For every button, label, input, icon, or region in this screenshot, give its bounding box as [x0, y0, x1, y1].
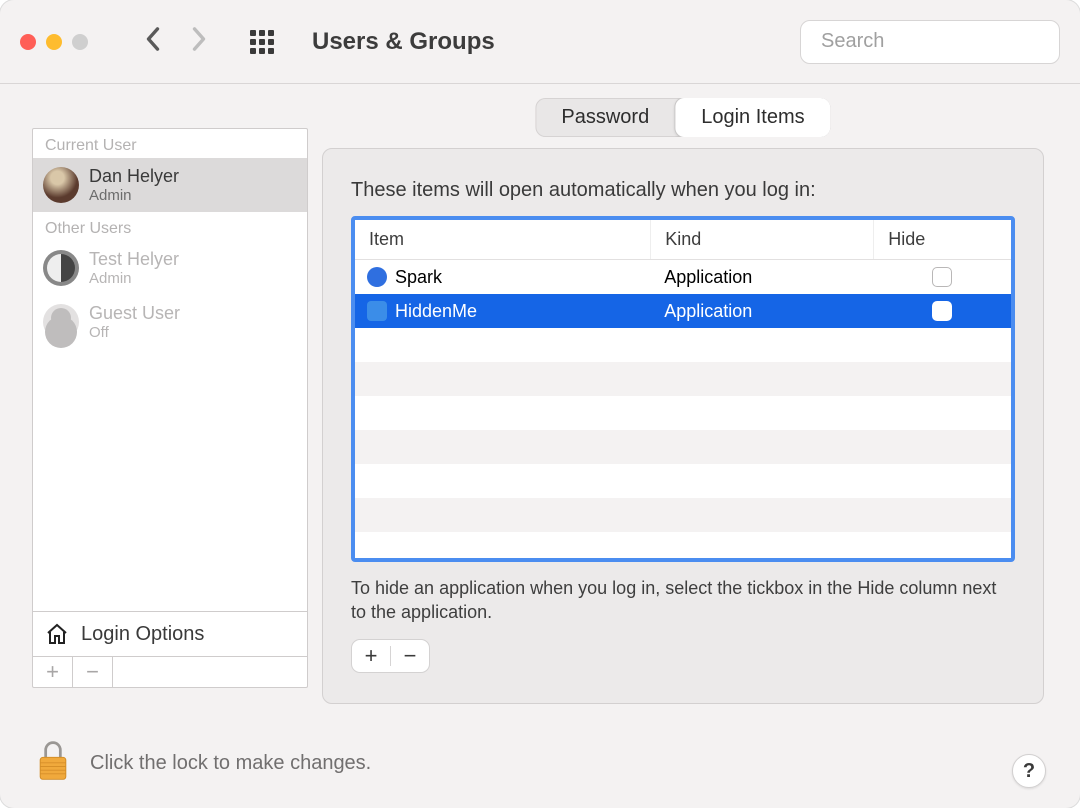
- avatar-icon: [43, 250, 79, 286]
- current-user-section-label: Current User: [33, 129, 307, 158]
- hide-checkbox[interactable]: [932, 267, 952, 287]
- user-name-label: Test Helyer: [89, 249, 179, 270]
- avatar-icon: [43, 167, 79, 203]
- add-login-item-button[interactable]: +: [352, 643, 390, 669]
- toolbar: Users & Groups: [0, 0, 1080, 84]
- table-body: Spark Application HiddenMe Application: [355, 260, 1011, 532]
- login-options-label: Login Options: [81, 623, 204, 646]
- item-kind-label: Application: [650, 301, 873, 322]
- panel-subtitle: These items will open automatically when…: [351, 179, 1015, 202]
- page-title: Users & Groups: [312, 28, 495, 56]
- table-header-row: Item Kind Hide: [355, 220, 1011, 260]
- user-role-label: Off: [89, 324, 180, 341]
- tab-login-items[interactable]: Login Items: [675, 98, 830, 137]
- user-role-label: Admin: [89, 187, 179, 204]
- close-window-button[interactable]: [20, 34, 36, 50]
- show-all-prefs-button[interactable]: [250, 30, 274, 54]
- content-area: Current User Dan Helyer Admin Other User…: [0, 84, 1080, 724]
- sidebar-user-current[interactable]: Dan Helyer Admin: [33, 158, 307, 212]
- search-input[interactable]: [821, 30, 1080, 53]
- search-field[interactable]: [800, 20, 1060, 64]
- main-panel-container: Password Login Items These items will op…: [322, 128, 1044, 704]
- sidebar-user-other-0[interactable]: Test Helyer Admin: [33, 241, 307, 295]
- column-header-hide[interactable]: Hide: [873, 220, 952, 259]
- lock-button[interactable]: [34, 739, 72, 788]
- login-items-table[interactable]: Item Kind Hide Spark Application: [351, 216, 1015, 562]
- lock-icon: [34, 739, 72, 783]
- back-button[interactable]: [144, 25, 162, 58]
- avatar-icon: [43, 304, 79, 340]
- chevron-left-icon: [144, 25, 162, 53]
- login-options-button[interactable]: Login Options: [33, 611, 307, 656]
- table-row[interactable]: Spark Application: [355, 260, 1011, 294]
- panel-note: To hide an application when you log in, …: [351, 576, 1015, 625]
- column-header-item[interactable]: Item: [355, 229, 650, 250]
- lock-label: Click the lock to make changes.: [90, 752, 371, 775]
- item-kind-label: Application: [650, 267, 873, 288]
- footer: Click the lock to make changes. ?: [34, 739, 1046, 788]
- user-role-label: Admin: [89, 270, 179, 287]
- table-row[interactable]: HiddenMe Application: [355, 294, 1011, 328]
- login-items-panel: These items will open automatically when…: [322, 148, 1044, 704]
- remove-user-button[interactable]: −: [73, 657, 113, 687]
- forward-button: [190, 25, 208, 58]
- users-sidebar: Current User Dan Helyer Admin Other User…: [32, 128, 308, 688]
- chevron-right-icon: [190, 25, 208, 53]
- app-icon: [367, 267, 387, 287]
- preferences-window: Users & Groups Current User Dan Helyer A…: [0, 0, 1080, 808]
- tab-bar: Password Login Items: [535, 98, 830, 137]
- help-button[interactable]: ?: [1012, 754, 1046, 788]
- add-user-button[interactable]: +: [33, 657, 73, 687]
- item-name-label: Spark: [395, 267, 442, 288]
- sidebar-user-other-1[interactable]: Guest User Off: [33, 295, 307, 349]
- home-icon: [45, 622, 69, 646]
- window-controls: [20, 34, 88, 50]
- column-header-kind[interactable]: Kind: [650, 220, 873, 259]
- minimize-window-button[interactable]: [46, 34, 62, 50]
- hide-checkbox[interactable]: [932, 301, 952, 321]
- other-users-section-label: Other Users: [33, 212, 307, 241]
- tab-password[interactable]: Password: [535, 98, 675, 137]
- item-name-label: HiddenMe: [395, 301, 477, 322]
- user-name-label: Dan Helyer: [89, 166, 179, 187]
- nav-arrows: [144, 25, 208, 58]
- user-name-label: Guest User: [89, 303, 180, 324]
- zoom-window-button[interactable]: [72, 34, 88, 50]
- login-items-add-remove: + −: [351, 639, 430, 673]
- remove-login-item-button[interactable]: −: [391, 643, 429, 669]
- sidebar-add-remove-row: + −: [33, 656, 307, 687]
- app-icon: [367, 301, 387, 321]
